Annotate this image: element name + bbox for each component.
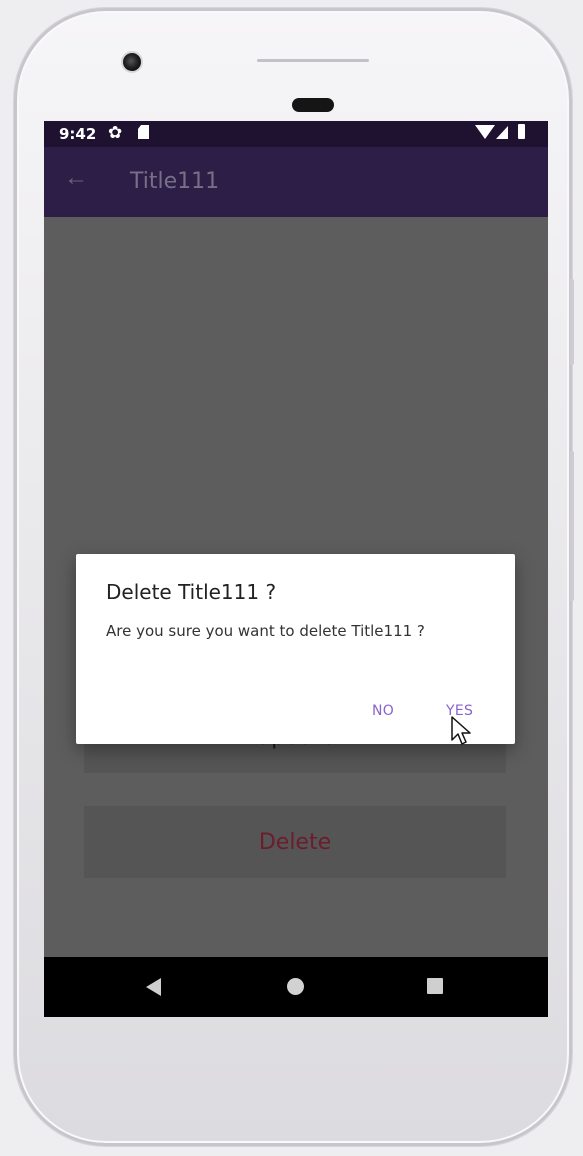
- front-camera-icon: [121, 51, 143, 73]
- nav-recents-icon[interactable]: [427, 978, 443, 994]
- sd-card-icon: [138, 125, 149, 139]
- navigation-bar: [44, 957, 548, 1017]
- back-arrow-icon[interactable]: ←: [64, 164, 88, 192]
- gear-icon: ✿: [108, 123, 123, 142]
- earpiece-sensor: [292, 98, 334, 112]
- delete-confirm-dialog: Delete Title111 ? Are you sure you want …: [76, 554, 515, 745]
- volume-button: [570, 451, 574, 601]
- battery-icon: [518, 124, 525, 139]
- status-time: 9:42: [59, 125, 97, 143]
- app-bar: ← Title111: [44, 147, 548, 217]
- speaker-grille: [257, 59, 369, 62]
- nav-back-icon[interactable]: [146, 978, 161, 996]
- delete-button[interactable]: Delete: [84, 806, 506, 878]
- mouse-cursor-icon: [451, 716, 471, 745]
- content-area: Update Delete Delete Title111 ? Are you …: [44, 217, 548, 957]
- power-button: [570, 279, 574, 365]
- dialog-message: Are you sure you want to delete Title111…: [106, 622, 425, 640]
- nav-home-icon[interactable]: [287, 978, 304, 995]
- dialog-title: Delete Title111 ?: [106, 580, 277, 604]
- signal-icon: [496, 126, 508, 139]
- dialog-no-button[interactable]: NO: [372, 703, 394, 719]
- delete-button-label: Delete: [258, 829, 332, 855]
- device-screen: 9:42 ✿ ← Title111 Update Delete Delete T…: [44, 121, 548, 1017]
- wifi-icon: [475, 125, 495, 139]
- app-bar-title: Title111: [130, 169, 220, 194]
- status-bar: 9:42 ✿: [44, 121, 548, 147]
